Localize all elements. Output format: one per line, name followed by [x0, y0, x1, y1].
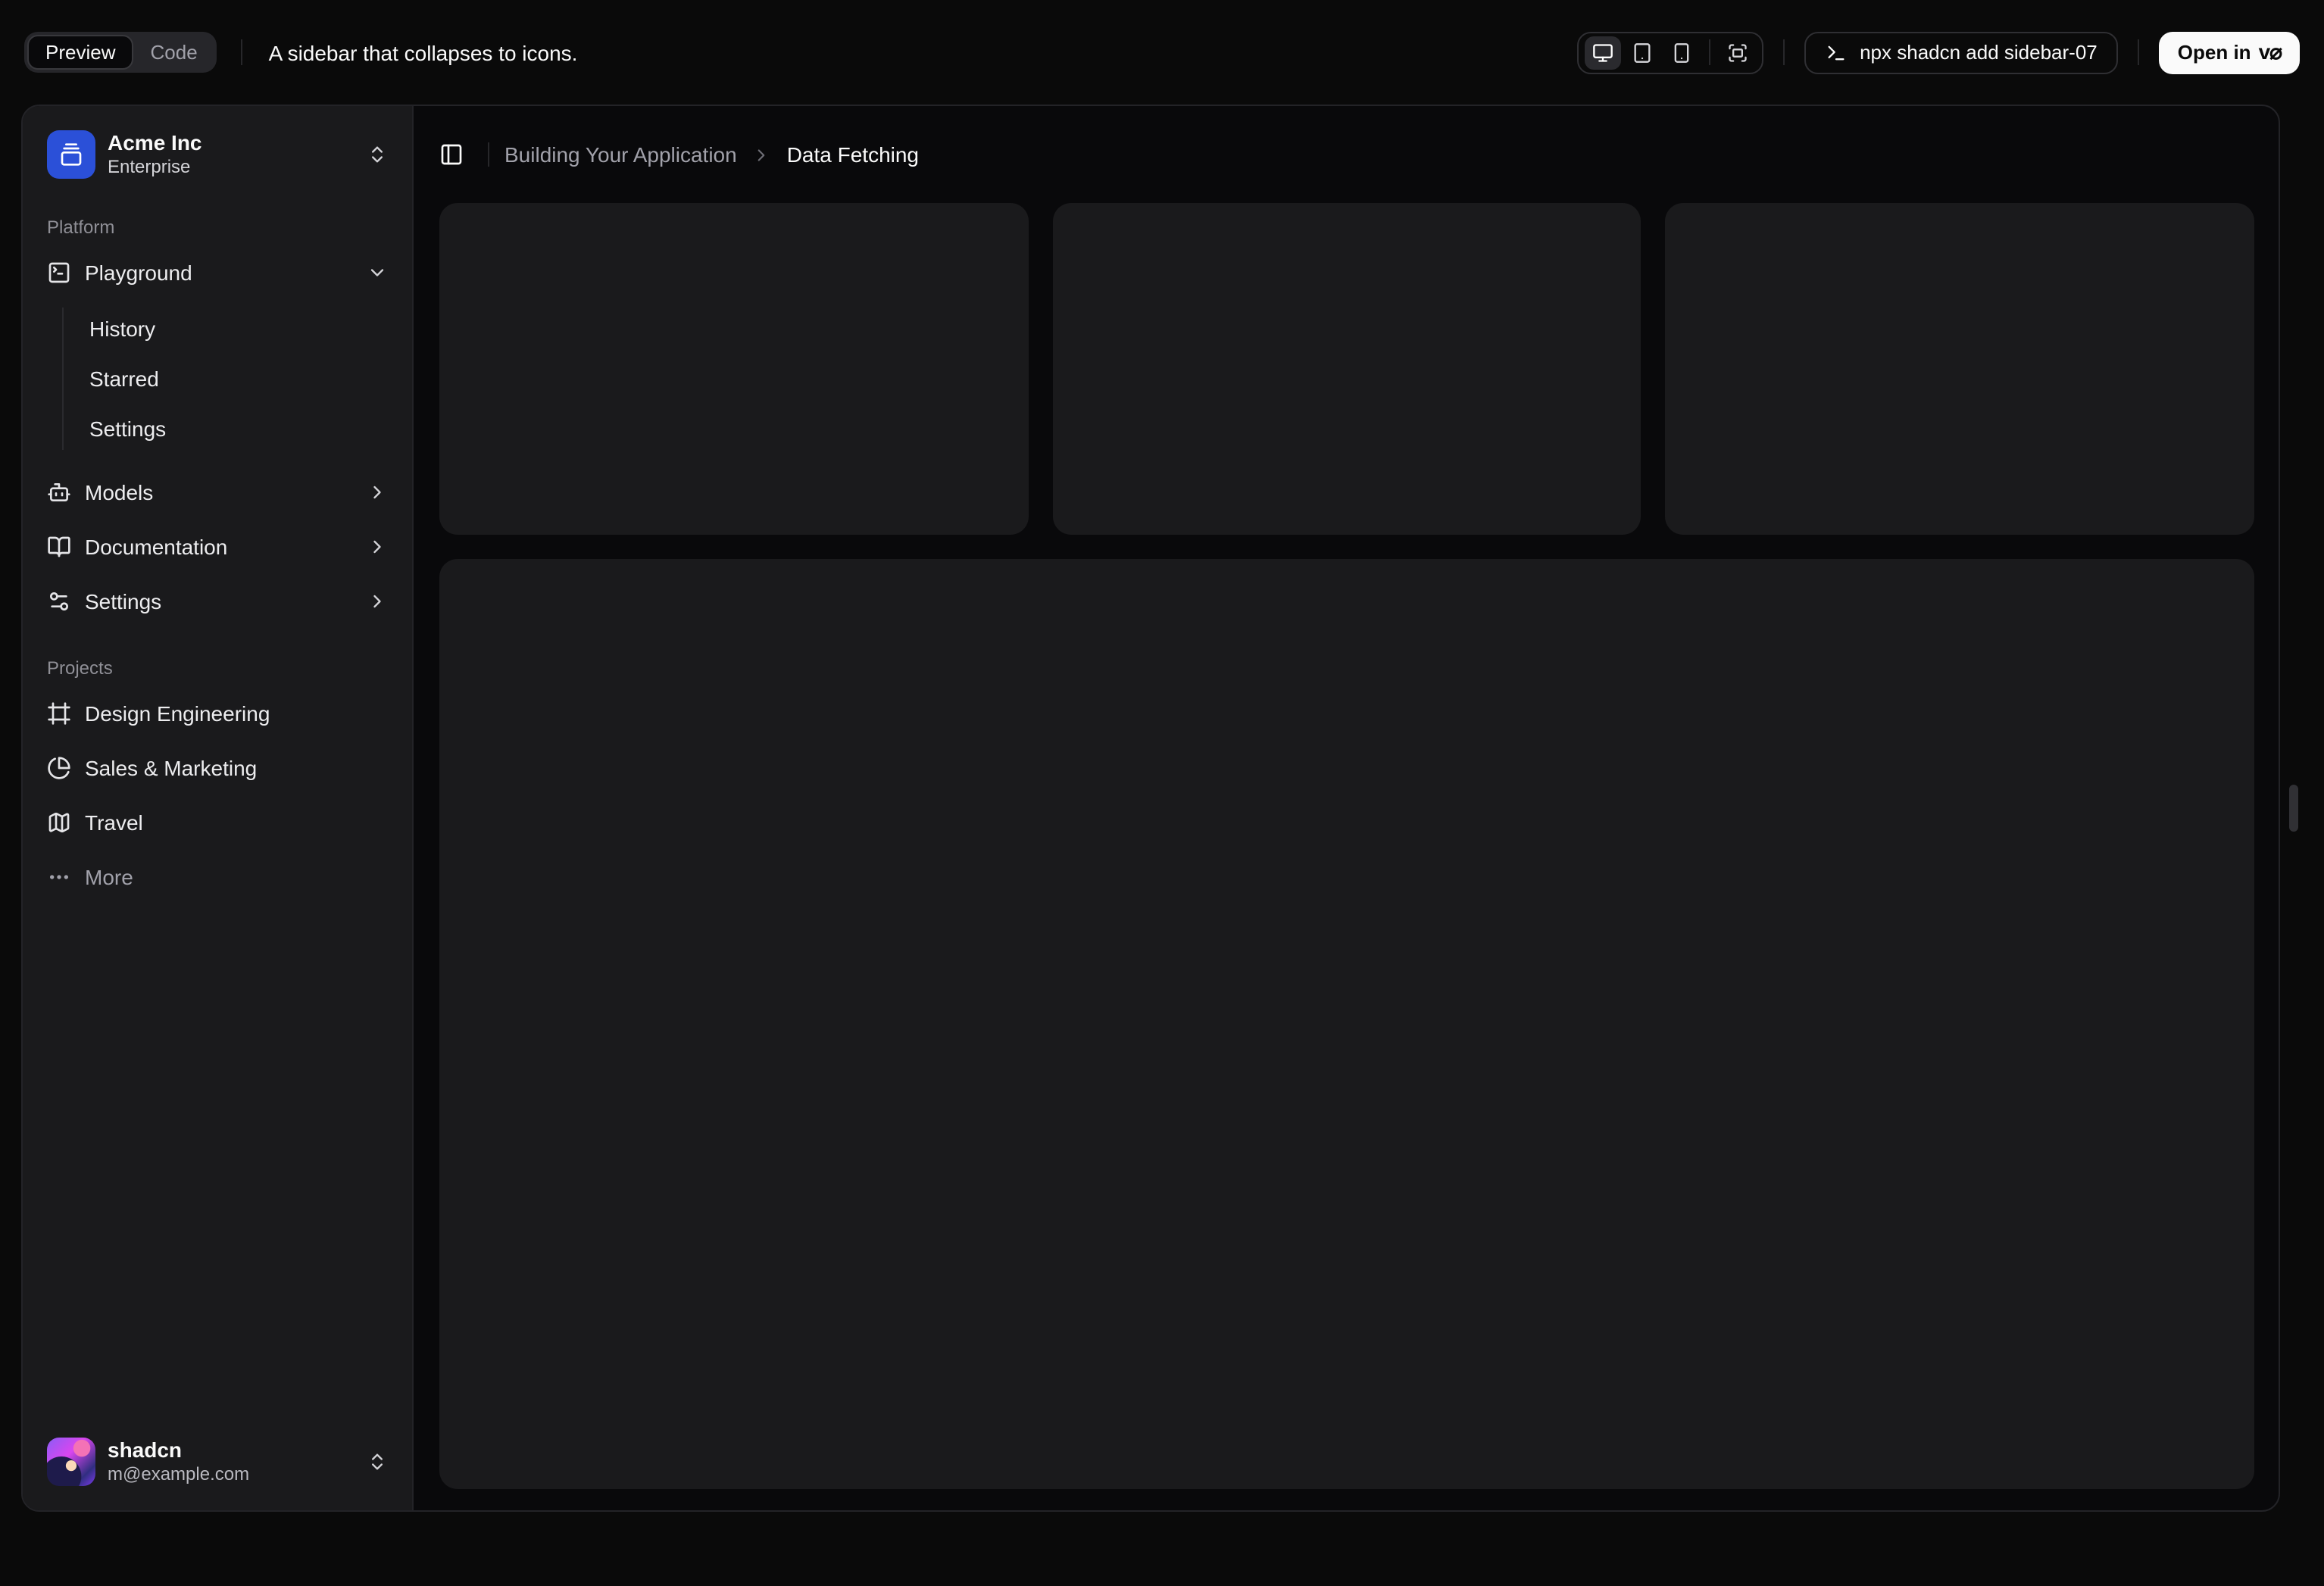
- group-label-projects: Projects: [47, 657, 113, 679]
- fullscreen-icon: [1728, 43, 1746, 61]
- sidebar-item-more[interactable]: More: [35, 853, 400, 901]
- chevron-down-icon: [370, 269, 384, 276]
- v0-logo: v⌀: [2258, 39, 2282, 64]
- toolbar-right: npx shadcn add sidebar-07 Open in v⌀: [1576, 31, 2300, 73]
- command-text: npx shadcn add sidebar-07: [1860, 41, 2098, 64]
- team-text: Acme Inc Enterprise: [108, 130, 355, 180]
- main-content: Building Your Application Data Fetching: [415, 106, 2279, 1510]
- sidebar-group-platform: Platform Playground History Starred Sett…: [35, 206, 400, 626]
- sidebar-item-playground[interactable]: Playground: [35, 248, 400, 297]
- chevrons-up-down-icon: [372, 146, 383, 163]
- block-description: A sidebar that collapses to icons.: [268, 40, 578, 64]
- user-email: m@example.com: [108, 1463, 250, 1485]
- copy-command-button[interactable]: npx shadcn add sidebar-07: [1804, 31, 2119, 73]
- blocks-preview-page: Preview Code A sidebar that collapses to…: [0, 0, 2324, 1586]
- chevrons-up-down-icon: [372, 1453, 383, 1470]
- placeholder-card: [439, 203, 1029, 535]
- sidebar-item-sales-marketing[interactable]: Sales & Marketing: [35, 744, 400, 792]
- group-label-platform: Platform: [47, 217, 115, 238]
- divider: [488, 142, 489, 167]
- sidebar-subitem-starred[interactable]: Starred: [64, 357, 400, 400]
- book-open-icon: [48, 536, 70, 557]
- breadcrumb-current: Data Fetching: [786, 142, 920, 167]
- user-menu[interactable]: shadcn m@example.com: [35, 1425, 400, 1498]
- divider: [1782, 39, 1785, 65]
- toolbar-left: Preview Code A sidebar that collapses to…: [24, 32, 577, 73]
- sidebar-item-travel[interactable]: Travel: [35, 798, 400, 847]
- playground-submenu: History Starred Settings: [62, 308, 400, 450]
- sidebar-group-projects: Projects Design Engineering Sales & Mark…: [35, 647, 400, 901]
- open-in-label: Open in: [2177, 41, 2251, 64]
- team-logo: [47, 130, 95, 179]
- placeholder-cards-row: [439, 203, 2254, 535]
- divider: [241, 39, 243, 65]
- terminal-icon: [1827, 45, 1844, 60]
- viewport-mobile-button[interactable]: [1663, 36, 1699, 69]
- square-terminal-icon: [48, 262, 70, 283]
- monitor-icon: [1592, 43, 1612, 61]
- user-text: shadcn m@example.com: [108, 1438, 355, 1487]
- team-name: Acme Inc: [108, 130, 202, 155]
- divider: [2138, 39, 2140, 65]
- tab-preview[interactable]: Preview: [27, 35, 134, 70]
- sidebar-subitem-history[interactable]: History: [64, 308, 400, 350]
- map-icon: [48, 812, 70, 833]
- user-name: shadcn: [108, 1437, 183, 1462]
- sidebar-toggle-button[interactable]: [430, 133, 473, 176]
- chevron-right-icon: [373, 485, 381, 499]
- view-toggle: Preview Code: [24, 32, 217, 73]
- ellipsis-icon: [50, 875, 68, 879]
- tablet-icon: [1633, 42, 1650, 62]
- breadcrumb: Building Your Application Data Fetching: [504, 142, 919, 167]
- viewport-toggle-group: [1576, 31, 1763, 73]
- divider: [1708, 39, 1710, 65]
- placeholder-content-panel: [439, 559, 2254, 1489]
- sidebar-item-design-engineering[interactable]: Design Engineering: [35, 689, 400, 738]
- placeholder-card: [1665, 203, 2254, 535]
- team-plan: Enterprise: [108, 156, 191, 178]
- chevron-right-icon: [758, 148, 766, 161]
- frame-icon: [48, 702, 70, 725]
- sidebar-item-label: Travel: [85, 810, 143, 835]
- placeholder-card: [1052, 203, 1641, 535]
- sidebar-item-label: Settings: [85, 589, 162, 613]
- panel-left-icon: [441, 144, 462, 165]
- platform-menu: Playground History Starred Settings Mode…: [35, 248, 400, 626]
- smartphone-icon: [1673, 42, 1688, 62]
- gallery-vertical-end-icon: [61, 143, 82, 166]
- sidebar-item-label: Models: [85, 480, 154, 504]
- viewport-desktop-button[interactable]: [1584, 36, 1621, 69]
- app-sidebar: Acme Inc Enterprise Platform Playground …: [23, 106, 414, 1510]
- tab-code[interactable]: Code: [134, 35, 214, 70]
- breadcrumb-parent[interactable]: Building Your Application: [504, 142, 737, 167]
- sidebar-item-label: More: [85, 865, 133, 889]
- sidebar-item-label: Documentation: [85, 535, 228, 559]
- sidebar-subitem-settings[interactable]: Settings: [64, 407, 400, 450]
- sidebar-item-models[interactable]: Models: [35, 468, 400, 517]
- user-avatar: [47, 1438, 95, 1486]
- fullscreen-button[interactable]: [1719, 36, 1755, 69]
- page-scrollbar-thumb[interactable]: [2289, 785, 2298, 832]
- sidebar-item-settings[interactable]: Settings: [35, 577, 400, 626]
- pie-chart-icon: [48, 757, 70, 779]
- projects-menu: Design Engineering Sales & Marketing Tra…: [35, 689, 400, 901]
- open-in-v0-button[interactable]: Open in v⌀: [2159, 31, 2300, 73]
- sidebar-item-label: Design Engineering: [85, 701, 270, 726]
- chevron-right-icon: [373, 540, 381, 554]
- toolbar: Preview Code A sidebar that collapses to…: [0, 0, 2324, 105]
- content-header: Building Your Application Data Fetching: [415, 106, 2279, 203]
- sidebar-item-label: Playground: [85, 261, 192, 285]
- viewport-tablet-button[interactable]: [1623, 36, 1660, 69]
- team-switcher[interactable]: Acme Inc Enterprise: [35, 118, 400, 191]
- sidebar-item-label: Sales & Marketing: [85, 756, 258, 780]
- chevron-right-icon: [373, 595, 381, 608]
- bot-icon: [48, 483, 70, 501]
- settings-sliders-icon: [50, 592, 68, 610]
- sidebar-item-documentation[interactable]: Documentation: [35, 523, 400, 571]
- block-preview-frame: Acme Inc Enterprise Platform Playground …: [21, 105, 2280, 1512]
